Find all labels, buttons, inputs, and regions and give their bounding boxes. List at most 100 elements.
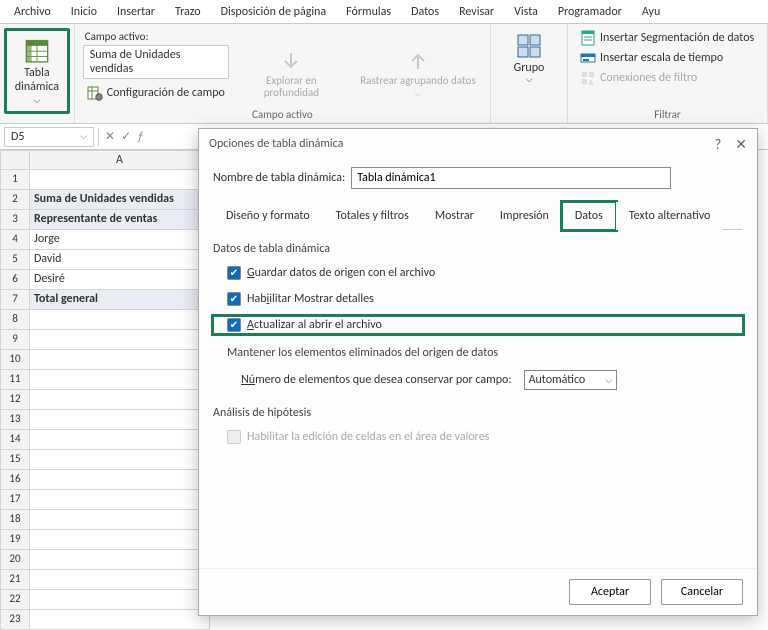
row-header[interactable]: 20 xyxy=(0,550,30,570)
checkbox-refresh-on-open[interactable]: ✔ Actualizar al abrir el archivo xyxy=(213,316,390,334)
cell[interactable] xyxy=(30,490,210,510)
section-pivot-data: Datos de tabla dinámica xyxy=(213,242,743,256)
checkbox-save-source-data[interactable]: ✔ Guardar datos de origen con el archivo xyxy=(213,264,743,282)
menu-archivo[interactable]: Archivo xyxy=(4,1,61,23)
cell[interactable] xyxy=(30,390,210,410)
fx-icon[interactable]: ƒ xyxy=(137,130,143,144)
cell[interactable] xyxy=(30,410,210,430)
cell[interactable] xyxy=(30,570,210,590)
menu-vista[interactable]: Vista xyxy=(504,1,548,23)
row-header[interactable]: 8 xyxy=(0,310,30,330)
row-header[interactable]: 23 xyxy=(0,610,30,630)
cell[interactable] xyxy=(30,330,210,350)
menu-insertar[interactable]: Insertar xyxy=(107,1,165,23)
row-header[interactable]: 21 xyxy=(0,570,30,590)
drill-up-icon xyxy=(406,49,430,73)
ribbon: Tabla dinámica ⌵ Campo activo: Suma de U… xyxy=(0,24,768,124)
insert-timeline-button[interactable]: Insertar escala de tiempo xyxy=(576,48,727,68)
group-icon xyxy=(515,32,543,60)
tab-datos[interactable]: Datos xyxy=(562,202,616,230)
cell[interactable] xyxy=(30,510,210,530)
timeline-icon xyxy=(580,50,596,66)
tab-texto-alternativo[interactable]: Texto alternativo xyxy=(616,202,724,230)
row-header[interactable]: 4 xyxy=(0,230,30,250)
group-button[interactable]: Grupo ⌵ xyxy=(499,28,559,89)
ribbon-group-label-active-field: Campo activo xyxy=(252,106,313,121)
menu-bar: ArchivoInicioInsertarTrazoDisposición de… xyxy=(0,0,768,24)
row-header[interactable]: 3 xyxy=(0,210,30,230)
cell[interactable]: Total general xyxy=(30,290,210,310)
cell[interactable] xyxy=(30,590,210,610)
section-whatif: Análisis de hipótesis xyxy=(213,406,743,420)
pivot-name-input[interactable] xyxy=(351,167,671,189)
field-settings-button[interactable]: Configuración de campo xyxy=(83,83,229,103)
row-header[interactable]: 7 xyxy=(0,290,30,310)
ribbon-group-label-filter: Filtrar xyxy=(654,106,681,121)
row-header[interactable]: 19 xyxy=(0,530,30,550)
menu-fórmulas[interactable]: Fórmulas xyxy=(336,1,401,23)
menu-trazo[interactable]: Trazo xyxy=(165,1,211,23)
slicer-icon xyxy=(580,30,596,46)
menu-disposición de página[interactable]: Disposición de página xyxy=(211,1,337,23)
active-field-box[interactable]: Suma de Unidades vendidas xyxy=(83,45,229,79)
tab-mostrar[interactable]: Mostrar xyxy=(422,202,487,230)
row-header[interactable]: 10 xyxy=(0,350,30,370)
row-header[interactable]: 2 xyxy=(0,190,30,210)
row-header[interactable]: 15 xyxy=(0,450,30,470)
menu-ayu[interactable]: Ayu xyxy=(632,1,670,23)
cell[interactable] xyxy=(30,470,210,490)
select-all-corner[interactable] xyxy=(0,150,30,170)
cell[interactable] xyxy=(30,450,210,470)
insert-slicer-button[interactable]: Insertar Segmentación de datos xyxy=(576,28,758,48)
ok-button[interactable]: Aceptar xyxy=(569,579,651,605)
row-header[interactable]: 9 xyxy=(0,330,30,350)
cancel-icon[interactable]: ✕ xyxy=(105,129,115,144)
row-header[interactable]: 17 xyxy=(0,490,30,510)
help-icon[interactable]: ? xyxy=(715,136,722,153)
menu-programador[interactable]: Programador xyxy=(548,1,632,23)
cell[interactable] xyxy=(30,530,210,550)
row-header[interactable]: 14 xyxy=(0,430,30,450)
row-header[interactable]: 1 xyxy=(0,170,30,190)
cell[interactable]: Suma de Unidades vendidas xyxy=(30,190,210,210)
tab-diseño-y-formato[interactable]: Diseño y formato xyxy=(213,202,323,230)
cell[interactable] xyxy=(30,350,210,370)
cell[interactable]: Jorge xyxy=(30,230,210,250)
menu-datos[interactable]: Datos xyxy=(401,1,449,23)
pivot-table-button[interactable]: Tabla dinámica ⌵ xyxy=(4,28,70,114)
close-icon[interactable]: ✕ xyxy=(735,136,747,153)
cell[interactable]: Representante de ventas xyxy=(30,210,210,230)
row-header[interactable]: 22 xyxy=(0,590,30,610)
retain-items-label: Mantener los elementos eliminados del or… xyxy=(213,346,743,360)
cell[interactable]: David xyxy=(30,250,210,270)
name-box[interactable]: D5 ⌵ xyxy=(4,127,94,147)
cell[interactable] xyxy=(30,370,210,390)
menu-revisar[interactable]: Revisar xyxy=(449,1,504,23)
row-header[interactable]: 16 xyxy=(0,470,30,490)
pivottable-options-dialog: Opciones de tabla dinámica ? ✕ Nombre de… xyxy=(198,128,758,616)
dialog-tabs: Diseño y formatoTotales y filtrosMostrar… xyxy=(213,201,743,230)
row-header[interactable]: 12 xyxy=(0,390,30,410)
row-header[interactable]: 13 xyxy=(0,410,30,430)
tab-totales-y-filtros[interactable]: Totales y filtros xyxy=(323,202,422,230)
filter-connections-icon xyxy=(580,70,596,86)
checkbox-enable-show-details[interactable]: ✔ Habiilitar Mostrar detalles xyxy=(213,290,743,308)
tab-impresión[interactable]: Impresión xyxy=(487,202,562,230)
dialog-titlebar[interactable]: Opciones de tabla dinámica ? ✕ xyxy=(199,129,757,159)
retain-count-combo[interactable]: Automático ⌵ xyxy=(524,370,618,390)
cell[interactable]: Desiré xyxy=(30,270,210,290)
cell[interactable] xyxy=(30,310,210,330)
cell[interactable] xyxy=(30,610,210,630)
row-header[interactable]: 6 xyxy=(0,270,30,290)
row-header[interactable]: 18 xyxy=(0,510,30,530)
confirm-icon[interactable]: ✓ xyxy=(121,129,131,144)
cell[interactable] xyxy=(30,550,210,570)
cell[interactable] xyxy=(30,430,210,450)
cancel-button[interactable]: Cancelar xyxy=(661,579,743,605)
menu-inicio[interactable]: Inicio xyxy=(61,1,107,23)
column-header[interactable]: A xyxy=(30,150,210,170)
row-header[interactable]: 11 xyxy=(0,370,30,390)
chevron-down-icon: ⌵ xyxy=(80,131,87,142)
row-header[interactable]: 5 xyxy=(0,250,30,270)
cell[interactable] xyxy=(30,170,210,190)
